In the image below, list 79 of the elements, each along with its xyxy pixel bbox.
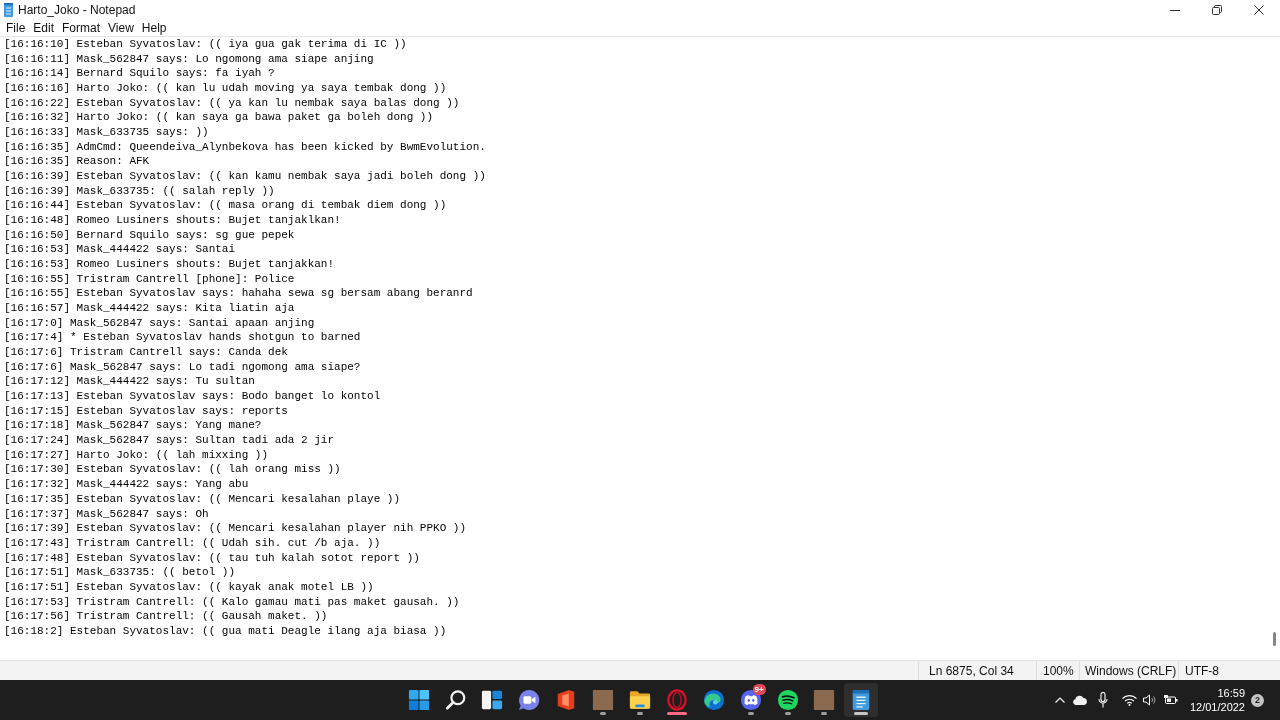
thumbnail-icon bbox=[813, 689, 836, 711]
clock-time[interactable]: 16:59 bbox=[1217, 686, 1245, 700]
text-line: [16:16:39] Mask_633735: (( salah reply )) bbox=[4, 183, 275, 199]
text-line: [16:17:56] Tristram Cantrell: (( Gausah maket. )) bbox=[4, 609, 328, 624]
text-line: [16:17:39] Esteban Syvatoslav: (( Mencari kesalahan player nih PPKO )) bbox=[4, 521, 467, 536]
ring-logo-icon bbox=[665, 689, 688, 711]
text-line: [16:16:22] Esteban Syvatoslav: (( ya kan lu nembak saya balas dong )) bbox=[4, 95, 460, 111]
text-line: [16:17:12] Mask_444422 says: Tu sultan bbox=[4, 374, 255, 390]
text-line: [16:17:30] Esteban Syvatoslav: (( lah orang miss )) bbox=[4, 462, 341, 478]
text-line: [16:16:50] Bernard Squilo says: sg gue pepek bbox=[4, 227, 295, 243]
text-line: [16:17:13] Esteban Syvatoslav says: Bodo banget lo kontol bbox=[4, 389, 381, 404]
speaker-icon[interactable] bbox=[1142, 694, 1156, 706]
thumbnail-icon bbox=[592, 689, 615, 711]
text-line: [16:16:44] Esteban Syvatoslav: (( masa orang di tembak diem dong )) bbox=[4, 198, 447, 214]
menu-item[interactable]: Help bbox=[137, 20, 171, 36]
menu-item[interactable]: View bbox=[104, 20, 138, 36]
panels-icon bbox=[481, 689, 504, 711]
wifi-icon[interactable] bbox=[1121, 694, 1137, 706]
menu-item[interactable]: Edit bbox=[29, 20, 59, 36]
notification-count[interactable]: 2 bbox=[1251, 693, 1264, 707]
zoom-level: 100% bbox=[1043, 663, 1074, 678]
text-line: [16:16:55] Esteban Syvatoslav says: hahaha sewa sg bersam abang beranrd bbox=[4, 286, 473, 302]
line-ending: Windows (CRLF) bbox=[1085, 663, 1177, 678]
video-chat-icon bbox=[518, 689, 541, 711]
menu-item[interactable]: File bbox=[2, 20, 30, 36]
cursor-position: Ln 6875, Col 34 bbox=[929, 663, 1014, 678]
text-line: [16:17:53] Tristram Cantrell: (( Kalo gamau mati pas maket gausah. )) bbox=[4, 594, 460, 610]
text-line: [16:17:32] Mask_444422 says: Yang abu bbox=[4, 477, 249, 492]
swirl-logo-icon bbox=[702, 689, 725, 711]
text-line: [16:18:2] Esteban Syvatoslav: (( gua mati Deagle ilang aja biasa )) bbox=[4, 623, 447, 639]
cloud-icon[interactable] bbox=[1071, 695, 1088, 705]
text-line: [16:16:55] Tristram Cantrell [phone]: Police bbox=[4, 271, 295, 287]
text-line: [16:17:6] Tristram Cantrell says: Canda dek bbox=[4, 345, 288, 360]
text-line: [16:16:53] Romeo Lusiners shouts: Bujet tanjakkan! bbox=[4, 257, 335, 272]
text-line: [16:17:37] Mask_562847 says: Oh bbox=[4, 506, 209, 522]
text-line: [16:17:6] Mask_562847 says: Lo tadi ngomong ama siape? bbox=[4, 359, 361, 375]
clock-date[interactable]: 12/01/2022 bbox=[1189, 700, 1245, 714]
text-line: [16:17:51] Esteban Syvatoslav: (( kayak anak motel LB )) bbox=[4, 579, 374, 595]
text-line: [16:16:48] Romeo Lusiners shouts: Bujet tanjaklkan! bbox=[4, 213, 341, 228]
text-line: [16:16:53] Mask_444422 says: Santai bbox=[4, 242, 236, 258]
taskbar-button[interactable] bbox=[844, 683, 879, 717]
controller-logo-icon bbox=[739, 689, 762, 711]
text-line: [16:16:32] Harto Joko: (( kan saya ga bawa paket ga boleh dong )) bbox=[4, 110, 434, 126]
text-line: [16:17:15] Esteban Syvatoslav says: reports bbox=[4, 403, 288, 419]
notification-badge: 9+ bbox=[752, 684, 766, 695]
search-icon bbox=[444, 689, 467, 711]
text-line: [16:17:18] Mask_562847 says: Yang mane? bbox=[4, 418, 262, 434]
text-line: [16:16:39] Esteban Syvatoslav: (( kan kamu nembak saya jadi boleh dong )) bbox=[4, 169, 486, 184]
battery-plug-icon[interactable] bbox=[1163, 695, 1178, 705]
text-line: [16:16:35] AdmCmd: Queendeiva_Alynbekova has been kicked by BwmEvolution. bbox=[4, 139, 486, 155]
text-line: [16:16:33] Mask_633735 says: )) bbox=[4, 125, 209, 140]
text-line: [16:16:16] Harto Joko: (( kan lu udah moving ya saya tembak dong )) bbox=[4, 81, 447, 96]
encoding: UTF-8 bbox=[1185, 663, 1219, 678]
text-line: [16:17:24] Mask_562847 says: Sultan tadi ada 2 jir bbox=[4, 433, 335, 448]
window-title: Harto_Joko - Notepad bbox=[18, 3, 136, 17]
text-line: [16:17:51] Mask_633735: (( betol )) bbox=[4, 565, 236, 580]
text-line: [16:16:57] Mask_444422 says: Kita liatin aja bbox=[4, 301, 295, 316]
taskbar-button[interactable]: 9+ bbox=[733, 683, 768, 717]
text-line: [16:16:11] Mask_562847 says: Lo ngomong ama siape anjing bbox=[4, 51, 374, 67]
text-line: [16:17:48] Esteban Syvatoslav: (( tau tuh kalah sotot report )) bbox=[4, 550, 420, 566]
scrollbar-thumb[interactable] bbox=[1272, 632, 1276, 646]
text-line: [16:16:35] Reason: AFK bbox=[4, 154, 150, 170]
text-line: [16:17:0] Mask_562847 says: Santai apaan anjing bbox=[4, 315, 315, 331]
restore-icon bbox=[1212, 5, 1222, 15]
folder-icon bbox=[629, 689, 651, 711]
chevron-up-icon[interactable] bbox=[1054, 697, 1065, 703]
four-squares-icon bbox=[407, 689, 430, 711]
close-icon bbox=[1254, 5, 1264, 15]
microphone-icon[interactable] bbox=[1097, 692, 1108, 708]
text-line: [16:16:14] Bernard Squilo says: fa iyah ? bbox=[4, 66, 275, 81]
sound-waves-icon bbox=[776, 689, 799, 711]
text-line: [16:16:10] Esteban Syvatoslav: (( iya gua gak terima di IC )) bbox=[4, 37, 407, 52]
text-line: [16:17:35] Esteban Syvatoslav: (( Mencari kesalahan playe )) bbox=[4, 491, 401, 507]
text-line: [16:17:27] Harto Joko: (( lah mixxing )) bbox=[4, 447, 269, 463]
text-line: [16:17:43] Tristram Cantrell: (( Udah sih. cut /b aja. )) bbox=[4, 535, 381, 551]
notepad-icon bbox=[4, 3, 13, 17]
minimize-icon bbox=[1170, 9, 1180, 11]
menu-item[interactable]: Format bbox=[58, 20, 105, 36]
text-line: [16:17:4] * Esteban Syvatoslav hands shotgun to barned bbox=[4, 330, 361, 346]
